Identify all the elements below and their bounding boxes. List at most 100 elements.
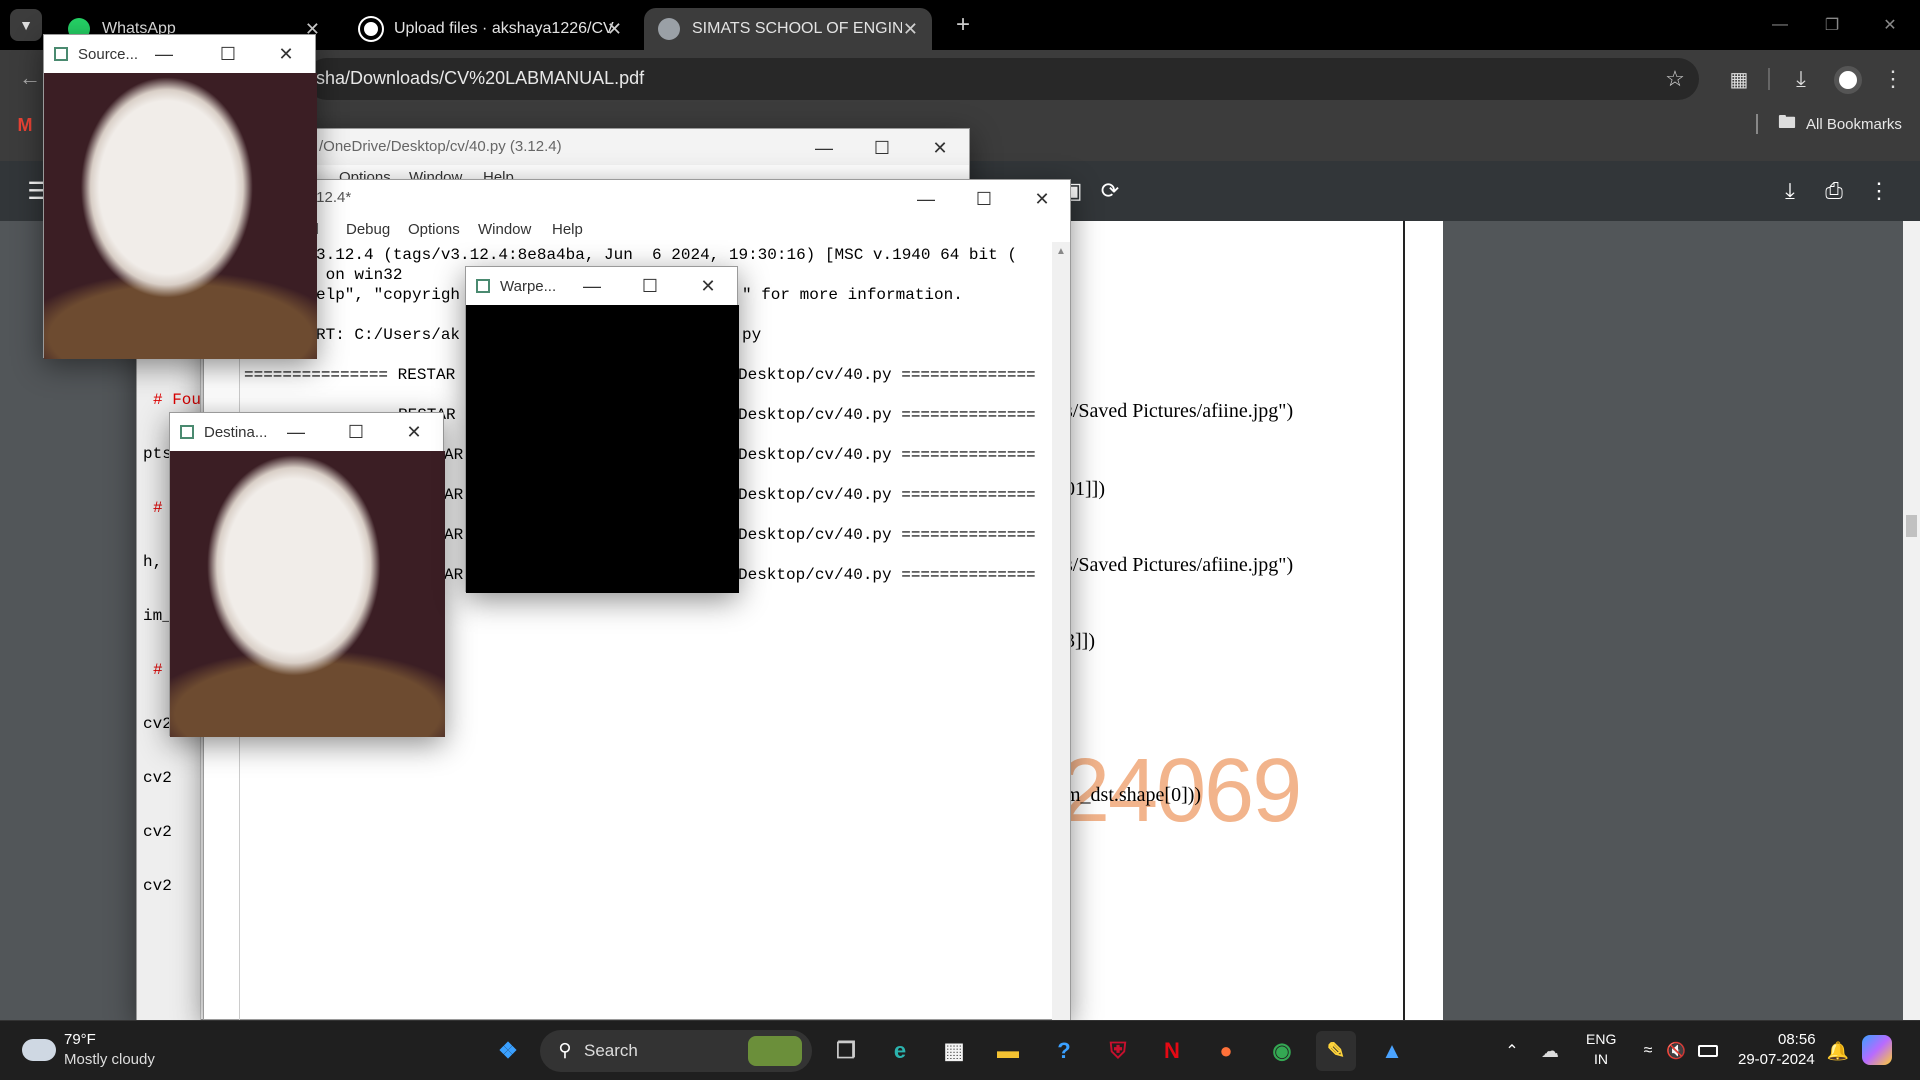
- maximize-icon[interactable]: ☐: [334, 413, 378, 451]
- tab-title: SIMATS SCHOOL OF ENGINEERI: [692, 20, 902, 37]
- cloud-icon: [22, 1039, 56, 1061]
- onedrive-icon[interactable]: ☁: [1538, 1039, 1562, 1063]
- photos-icon[interactable]: ▲: [1372, 1031, 1412, 1071]
- tab-simats[interactable]: SIMATS SCHOOL OF ENGINEERI ✕: [644, 8, 932, 50]
- avatar[interactable]: [1834, 66, 1862, 94]
- store-icon[interactable]: ▦: [934, 1031, 974, 1071]
- source-image-window: Source... — ☐ ✕: [43, 34, 317, 359]
- page-border-line: [1403, 221, 1405, 1021]
- minimize-icon[interactable]: —: [570, 267, 614, 305]
- maximize-icon[interactable]: ☐: [628, 267, 672, 305]
- menu-options[interactable]: Options: [408, 221, 460, 238]
- close-icon[interactable]: ✕: [392, 413, 436, 451]
- edge-icon[interactable]: e: [880, 1031, 920, 1071]
- close-icon[interactable]: ✕: [903, 19, 918, 40]
- language-top[interactable]: ENG: [1586, 1031, 1616, 1047]
- bell-icon[interactable]: 🔔: [1826, 1039, 1850, 1063]
- task-view-icon[interactable]: ❐: [826, 1031, 866, 1071]
- maximize-icon[interactable]: ☐: [206, 35, 250, 73]
- netflix-icon[interactable]: N: [1152, 1031, 1192, 1071]
- clock-time[interactable]: 08:56: [1778, 1031, 1816, 1048]
- source-title: Source...: [78, 46, 139, 63]
- battery-icon[interactable]: [1698, 1045, 1718, 1057]
- minimize-icon[interactable]: —: [795, 129, 853, 167]
- shell-line: =============== RESTAR: [244, 366, 456, 384]
- scroll-up-icon[interactable]: ▲: [1054, 244, 1068, 258]
- address-bar[interactable]: sha/Downloads/CV%20LABMANUAL.pdf ☆: [306, 58, 1699, 100]
- mcafee-icon[interactable]: ⛨: [1098, 1031, 1138, 1071]
- extensions-icon[interactable]: ▦: [1722, 62, 1756, 96]
- shell-menubar: ll Debug Options Window Help: [204, 216, 1072, 240]
- copilot-icon[interactable]: [1862, 1035, 1892, 1065]
- close-icon[interactable]: ✕: [264, 35, 308, 73]
- search-highlight-icon: [748, 1036, 802, 1066]
- menu-window[interactable]: Window: [478, 221, 531, 238]
- destination-titlebar[interactable]: Destina... — ☐ ✕: [170, 413, 443, 451]
- app-icon: [180, 425, 194, 439]
- firefox-icon[interactable]: ●: [1206, 1031, 1246, 1071]
- minimize-icon[interactable]: —: [274, 413, 318, 451]
- chrome-icon[interactable]: ◉: [1262, 1031, 1302, 1071]
- restore-icon[interactable]: ❐: [1812, 8, 1852, 42]
- print-icon[interactable]: ⎙: [1818, 175, 1850, 207]
- file-explorer-icon[interactable]: ▬: [988, 1031, 1028, 1071]
- weather-temp[interactable]: 79°F: [64, 1031, 96, 1048]
- python-idle-icon[interactable]: ✎: [1316, 1031, 1356, 1071]
- new-tab-button[interactable]: +: [948, 10, 978, 40]
- minimize-icon[interactable]: —: [1760, 8, 1800, 42]
- help-icon[interactable]: ?: [1044, 1031, 1084, 1071]
- star-icon[interactable]: ☆: [1661, 65, 1689, 93]
- maximize-icon[interactable]: ☐: [853, 129, 911, 167]
- menu-dots-icon[interactable]: ⋮: [1880, 62, 1906, 96]
- warped-titlebar[interactable]: Warpe... — ☐ ✕: [466, 267, 737, 305]
- shell-line: Desktop/cv/40.py ==============: [738, 486, 1036, 504]
- weather-desc[interactable]: Mostly cloudy: [64, 1051, 155, 1068]
- minimize-icon[interactable]: —: [142, 35, 186, 73]
- search-label: Search: [584, 1041, 638, 1060]
- editor-title: /OneDrive/Desktop/cv/40.py (3.12.4): [319, 138, 562, 155]
- close-icon[interactable]: ✕: [1013, 180, 1071, 218]
- tab-github[interactable]: Upload files · akshaya1226/CV ✕: [346, 8, 636, 50]
- bookmarks-divider: [1756, 114, 1758, 134]
- search-box[interactable]: ⚲ Search: [540, 1030, 812, 1072]
- shell-line: Desktop/cv/40.py ==============: [738, 406, 1036, 424]
- pdf-scrollbar[interactable]: [1903, 221, 1920, 1021]
- download-icon[interactable]: ⤓: [1784, 62, 1818, 96]
- close-icon[interactable]: ✕: [911, 129, 969, 167]
- close-window-icon[interactable]: ✕: [1870, 8, 1910, 42]
- shell-title: .12.4*: [312, 189, 352, 206]
- shell-line: Desktop/cv/40.py ==============: [738, 446, 1036, 464]
- folder-icon[interactable]: 🖿: [1776, 112, 1798, 136]
- all-bookmarks-label[interactable]: All Bookmarks: [1806, 116, 1902, 133]
- warped-image: [466, 305, 739, 593]
- gmail-icon[interactable]: M: [14, 114, 36, 136]
- language-bottom[interactable]: IN: [1594, 1051, 1608, 1067]
- pdf-download-icon[interactable]: ⤓: [1774, 175, 1806, 207]
- maximize-icon[interactable]: ☐: [955, 180, 1013, 218]
- start-icon[interactable]: ❖: [488, 1031, 528, 1071]
- wifi-icon[interactable]: ≈: [1636, 1039, 1660, 1063]
- close-icon[interactable]: ✕: [686, 267, 730, 305]
- mute-icon[interactable]: 🔇: [1664, 1039, 1688, 1063]
- menu-help[interactable]: Help: [552, 221, 583, 238]
- shell-line: AR: [444, 486, 464, 504]
- shell-line: on win32: [316, 266, 403, 284]
- shell-line: Desktop/cv/40.py ==============: [738, 366, 1036, 384]
- shell-scrollbar[interactable]: ▲: [1052, 242, 1070, 1021]
- shell-line: py: [742, 326, 762, 344]
- rotate-icon[interactable]: ⟳: [1094, 175, 1126, 207]
- close-icon[interactable]: ✕: [607, 19, 622, 40]
- menu-debug[interactable]: Debug: [346, 221, 390, 238]
- chevron-up-icon[interactable]: ⌃: [1500, 1039, 1524, 1063]
- source-titlebar[interactable]: Source... — ☐ ✕: [44, 35, 315, 73]
- minimize-icon[interactable]: —: [897, 180, 955, 218]
- tab-search-button[interactable]: ▼: [10, 9, 42, 41]
- globe-icon: [658, 18, 680, 40]
- shell-line: 3.12.4 (tags/v3.12.4:8e8a4ba, Jun 6 2024…: [316, 246, 1017, 264]
- back-icon[interactable]: ←: [14, 62, 46, 94]
- clock-date[interactable]: 29-07-2024: [1738, 1051, 1815, 1068]
- shell-line: AR: [444, 526, 464, 544]
- shell-titlebar[interactable]: .12.4* — ☐ ✕: [204, 180, 1070, 216]
- pdf-more-icon[interactable]: ⋮: [1866, 175, 1892, 207]
- scroll-thumb[interactable]: [1906, 515, 1917, 537]
